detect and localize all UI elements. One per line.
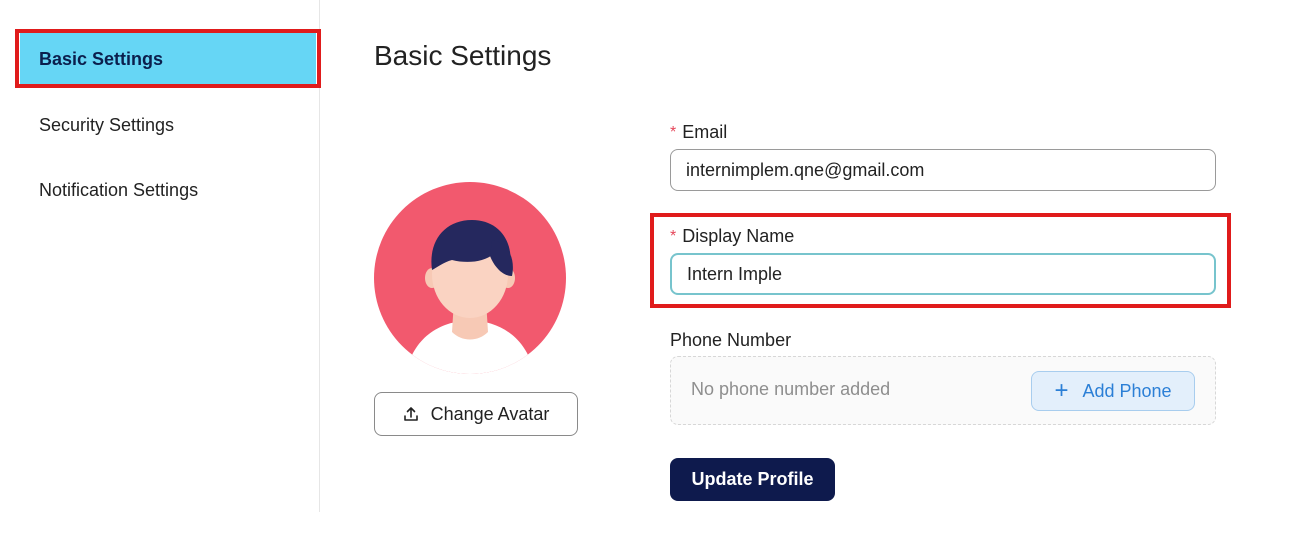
upload-icon — [403, 407, 418, 421]
phone-empty-text: No phone number added — [691, 379, 891, 399]
phone-number-box: No phone number added + Add Phone — [670, 356, 1216, 425]
settings-sidebar: Basic Settings Security Settings Notific… — [0, 0, 320, 512]
email-label-text: Email — [682, 122, 728, 142]
sidebar-item-security-settings[interactable]: Security Settings — [20, 99, 316, 151]
display-name-label: * Display Name — [670, 226, 794, 247]
sidebar-item-label: Security Settings — [39, 114, 175, 135]
update-profile-button[interactable]: Update Profile — [670, 458, 835, 501]
sidebar-item-notification-settings[interactable]: Notification Settings — [20, 164, 316, 216]
plus-icon: + — [1054, 377, 1069, 404]
required-mark: * — [670, 227, 677, 245]
phone-number-label-text: Phone Number — [670, 330, 792, 350]
update-profile-label: Update Profile — [691, 469, 814, 489]
display-name-field[interactable] — [670, 253, 1216, 295]
required-mark: * — [670, 123, 677, 141]
sidebar-item-label: Notification Settings — [39, 179, 199, 200]
display-name-label-text: Display Name — [682, 226, 795, 246]
change-avatar-label: Change Avatar — [430, 403, 550, 424]
email-label: * Email — [670, 122, 727, 143]
email-field[interactable] — [670, 149, 1216, 191]
change-avatar-button[interactable]: Change Avatar — [374, 392, 578, 436]
sidebar-item-label: Basic Settings — [39, 48, 164, 69]
page-title: Basic Settings — [374, 40, 552, 71]
avatar — [374, 182, 566, 374]
add-phone-label: Add Phone — [1082, 380, 1172, 401]
phone-number-label: Phone Number — [670, 330, 791, 351]
avatar-illustration — [374, 182, 566, 374]
sidebar-item-basic-settings[interactable]: Basic Settings — [20, 33, 316, 85]
add-phone-button[interactable]: + Add Phone — [1031, 371, 1195, 411]
